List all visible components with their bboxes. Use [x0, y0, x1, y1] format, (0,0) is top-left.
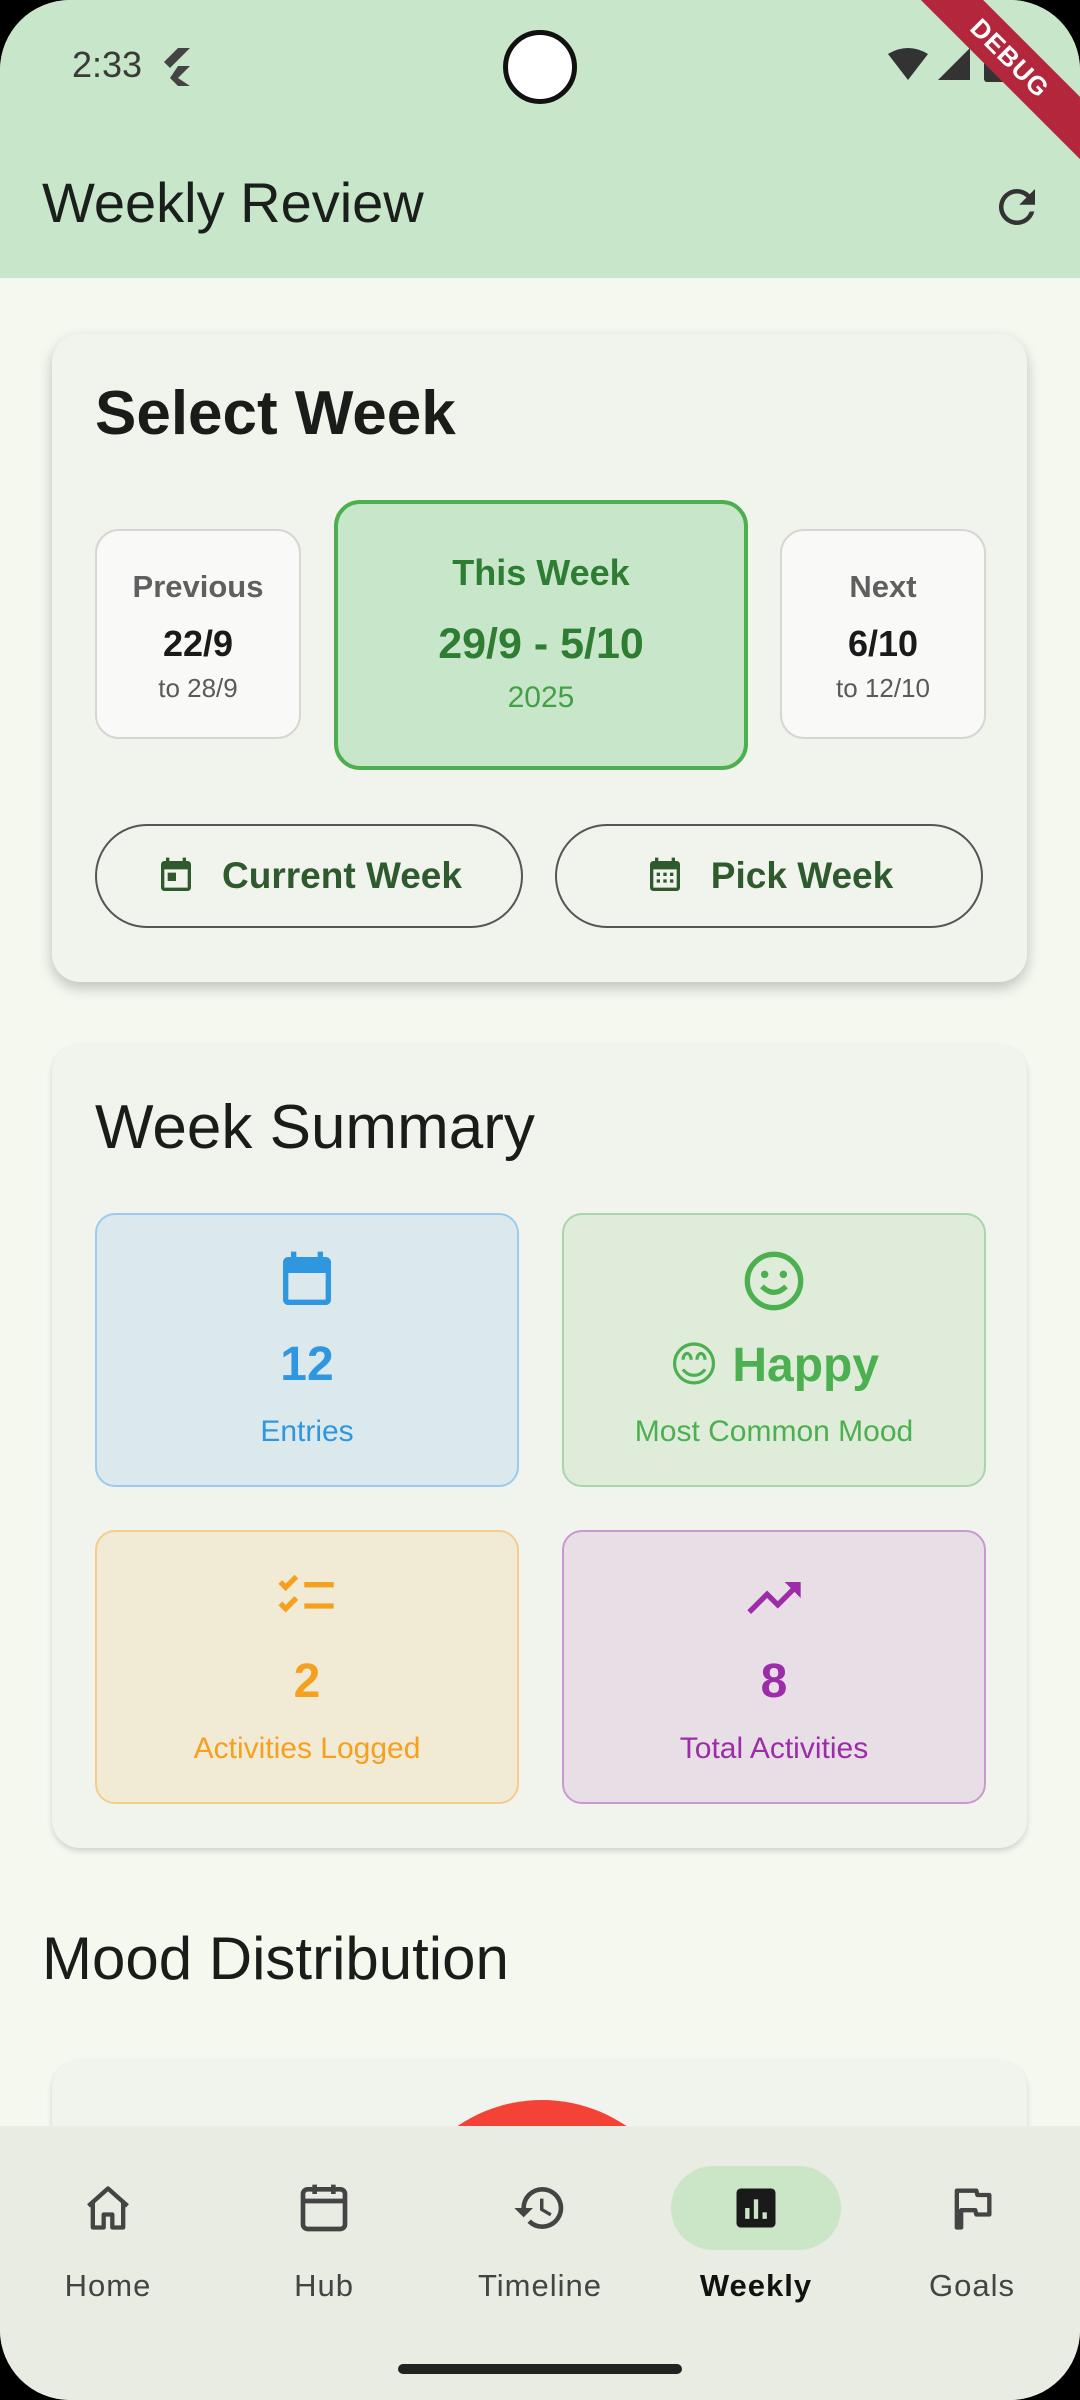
checklist-icon	[278, 1574, 334, 1613]
week-summary-title: Week Summary	[95, 1093, 535, 1162]
next-week-date: 6/10	[847, 623, 919, 664]
nav-item-hub[interactable]: Hub	[216, 2166, 432, 2304]
activities-logged-caption: Activities Logged	[193, 1732, 421, 1765]
previous-week-date: 22/9	[162, 623, 234, 664]
trending-up-icon	[747, 1582, 801, 1614]
nav-label-weekly: Weekly	[699, 2268, 813, 2303]
nav-item-home[interactable]: Home	[0, 2166, 216, 2304]
page-title: Weekly Review	[42, 171, 424, 234]
history-icon	[514, 2187, 564, 2229]
nav-label-timeline: Timeline	[478, 2268, 602, 2303]
this-week-year: 2025	[507, 681, 575, 714]
mood-tile: 😊 Happy Most Common Mood	[562, 1213, 986, 1487]
activities-logged-tile: 2 Activities Logged	[95, 1530, 519, 1804]
this-week-range: 29/9 - 5/10	[438, 620, 644, 668]
select-week-title: Select Week	[95, 379, 456, 448]
previous-week-button[interactable]: Previous 22/9 to 28/9	[95, 529, 301, 739]
entries-caption: Entries	[260, 1415, 354, 1448]
camera-cutout	[503, 30, 577, 104]
mood-caption: Most Common Mood	[634, 1415, 914, 1448]
calendar-month-icon	[649, 857, 680, 891]
calendar-icon	[300, 2184, 348, 2232]
pick-week-button[interactable]: Pick Week	[555, 824, 983, 928]
previous-week-label: Previous	[132, 569, 264, 604]
current-week-button[interactable]: Current Week	[95, 824, 523, 928]
home-indicator[interactable]	[398, 2364, 682, 2374]
status-time: 2:33	[72, 44, 143, 85]
previous-week-range-end: to 28/9	[158, 673, 238, 703]
calendar-today-icon	[161, 857, 192, 891]
activities-logged-value: 2	[293, 1655, 321, 1708]
bar-chart-icon	[736, 2188, 776, 2228]
select-week-card: Select Week Previous 22/9 to 28/9 This W…	[52, 334, 1027, 982]
phone-screen: 2:33 DEBUG Weekly Review Select Week Pre…	[0, 0, 1080, 2400]
entries-tile: 12 Entries	[95, 1213, 519, 1487]
entries-value: 12	[280, 1338, 334, 1391]
smiley-icon	[744, 1251, 804, 1311]
calendar-icon	[283, 1251, 331, 1305]
total-activities-tile: 8 Total Activities	[562, 1530, 986, 1804]
mood-value: 😊 Happy	[668, 1339, 880, 1392]
flag-icon	[954, 2188, 992, 2230]
mood-distribution-title: Mood Distribution	[42, 1925, 509, 1992]
next-week-label: Next	[849, 569, 917, 604]
next-week-button[interactable]: Next 6/10 to 12/10	[780, 529, 986, 739]
this-week-label: This Week	[452, 552, 630, 593]
home-icon	[87, 2186, 129, 2230]
flutter-icon	[164, 48, 190, 86]
status-bar: 2:33 DEBUG	[0, 0, 1080, 166]
nav-label-hub: Hub	[294, 2268, 354, 2303]
refresh-icon[interactable]	[990, 180, 1044, 234]
next-week-range-end: to 12/10	[836, 673, 930, 703]
nav-label-home: Home	[64, 2268, 152, 2303]
total-activities-caption: Total Activities	[679, 1732, 869, 1765]
week-summary-card: Week Summary 12 Entries 😊 Happy Most Com…	[52, 1044, 1027, 1848]
current-week-label: Current Week	[222, 855, 462, 896]
nav-label-goals: Goals	[929, 2268, 1015, 2303]
nav-item-goals[interactable]: Goals	[864, 2166, 1080, 2304]
this-week-button[interactable]: This Week 29/9 - 5/10 2025	[334, 500, 748, 770]
total-activities-value: 8	[760, 1655, 788, 1708]
pick-week-label: Pick Week	[710, 855, 894, 896]
bottom-navigation: Home Hub Timeline Weekly Goals	[0, 2126, 1080, 2400]
nav-item-timeline[interactable]: Timeline	[432, 2166, 648, 2304]
nav-item-weekly[interactable]: Weekly	[648, 2166, 864, 2304]
